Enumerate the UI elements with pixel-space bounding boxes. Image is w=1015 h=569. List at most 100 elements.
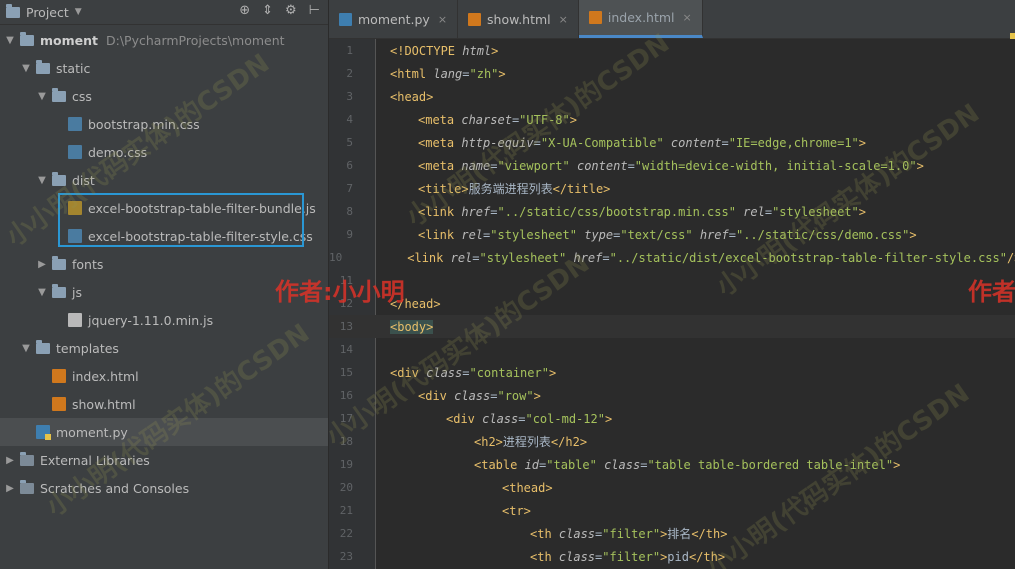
tree-item-label: moment.py bbox=[56, 424, 128, 440]
tree-item[interactable]: ▶ Scratches and Consoles bbox=[0, 474, 328, 502]
tree-item[interactable]: jquery-1.11.0.min.js bbox=[0, 306, 328, 334]
hide-icon[interactable]: ⊢ bbox=[309, 3, 320, 18]
code-token: <meta bbox=[418, 135, 462, 150]
chevron-down-icon[interactable]: ▼ bbox=[36, 91, 48, 102]
line-number: 20 bbox=[339, 481, 353, 494]
editor-tab[interactable]: moment.py × bbox=[329, 0, 459, 38]
code-content: <thead> bbox=[390, 481, 553, 495]
code-token: </title> bbox=[552, 182, 611, 196]
code-token: "zh" bbox=[469, 66, 499, 81]
tree-item[interactable]: moment.py bbox=[0, 418, 328, 446]
library-icon bbox=[20, 479, 34, 494]
html-file-icon bbox=[468, 12, 482, 26]
code-line[interactable]: 9 <link rel="stylesheet" type="text/css" … bbox=[329, 223, 1015, 246]
code-line[interactable]: 22 <th class="filter">排名</th> bbox=[329, 522, 1015, 545]
tree-item[interactable]: bootstrap.min.css bbox=[0, 110, 328, 138]
collapse-all-icon[interactable]: ⇕ bbox=[262, 3, 273, 18]
editor-tabs: moment.py × show.html × index.html × bbox=[329, 0, 1015, 39]
chevron-right-icon[interactable]: ▶ bbox=[4, 455, 16, 466]
code-line[interactable]: 5 <meta http-equiv="X-UA-Compatible" cont… bbox=[329, 131, 1015, 154]
line-number: 15 bbox=[339, 366, 353, 379]
code-content: </head> bbox=[390, 297, 441, 311]
chevron-down-icon[interactable]: ▼ bbox=[75, 7, 82, 17]
code-token: "table" bbox=[546, 457, 597, 472]
chevron-down-icon[interactable]: ▼ bbox=[4, 35, 16, 46]
line-number: 12 bbox=[339, 297, 353, 310]
chevron-down-icon[interactable]: ▼ bbox=[20, 343, 32, 354]
code-token: <div bbox=[446, 411, 483, 426]
code-line[interactable]: 7 <title>服务端进程列表</title> bbox=[329, 177, 1015, 200]
tree-item[interactable]: index.html bbox=[0, 362, 328, 390]
tree-item[interactable]: ▼ dist bbox=[0, 166, 328, 194]
line-number: 8 bbox=[346, 205, 353, 218]
close-icon[interactable]: × bbox=[683, 11, 692, 24]
code-token: </th> bbox=[688, 549, 726, 564]
code-line[interactable]: 13 <body> bbox=[329, 315, 1015, 338]
code-token: "width=device-width, initial-scale=1.0" bbox=[634, 158, 917, 173]
tree-item-label: css bbox=[72, 88, 92, 104]
code-token: <link bbox=[418, 227, 462, 242]
tree-item-label: index.html bbox=[72, 368, 139, 384]
tree-item[interactable]: ▶ External Libraries bbox=[0, 446, 328, 474]
tree-item[interactable]: ▶ fonts bbox=[0, 250, 328, 278]
code-line[interactable]: 20 <thead> bbox=[329, 476, 1015, 499]
tree-item-label: static bbox=[56, 60, 91, 76]
code-line[interactable]: 17 <div class="col-md-12"> bbox=[329, 407, 1015, 430]
code-line[interactable]: 12 </head> bbox=[329, 292, 1015, 315]
code-line[interactable]: 19 <table id="table" class="table table-b… bbox=[329, 453, 1015, 476]
code-line[interactable]: 1 <!DOCTYPE html> bbox=[329, 39, 1015, 62]
code-content: <body> bbox=[390, 319, 434, 334]
tree-item[interactable]: ▼ static bbox=[0, 54, 328, 82]
chevron-right-icon[interactable]: ▶ bbox=[36, 259, 48, 270]
tree-item[interactable]: ▼ moment D:\PycharmProjects\moment bbox=[0, 26, 328, 54]
code-token: class bbox=[426, 365, 463, 380]
close-icon[interactable]: × bbox=[559, 13, 568, 26]
chevron-down-icon[interactable]: ▼ bbox=[36, 175, 48, 186]
html-file-icon bbox=[588, 11, 602, 24]
tree-item[interactable]: ▼ css bbox=[0, 82, 328, 110]
code-line[interactable]: 23 <th class="filter">pid</th> bbox=[329, 545, 1015, 568]
line-number: 22 bbox=[339, 527, 353, 540]
tree-item[interactable]: demo.css bbox=[0, 138, 328, 166]
code-content: <th class="filter">排名</th> bbox=[390, 525, 727, 542]
code-content: <div class="row"> bbox=[390, 389, 541, 403]
editor-tab[interactable]: show.html × bbox=[458, 0, 579, 38]
code-line[interactable]: 8 <link href="../static/css/bootstrap.min… bbox=[329, 200, 1015, 223]
project-icon bbox=[6, 3, 20, 18]
locate-icon[interactable]: ⊕ bbox=[239, 3, 250, 18]
tree-item[interactable]: show.html bbox=[0, 390, 328, 418]
chevron-right-icon[interactable]: ▶ bbox=[4, 483, 16, 494]
chevron-down-icon[interactable]: ▼ bbox=[20, 63, 32, 74]
code-line[interactable]: 4 <meta charset="UTF-8"> bbox=[329, 108, 1015, 131]
editor-tab-label: moment.py bbox=[358, 11, 430, 27]
code-line[interactable]: 16 <div class="row"> bbox=[329, 384, 1015, 407]
code-token: <th bbox=[530, 549, 559, 564]
code-content: <link href="../static/css/bootstrap.min.… bbox=[390, 205, 866, 219]
code-content: <tr> bbox=[390, 504, 531, 518]
code-line[interactable]: 14 bbox=[329, 338, 1015, 361]
code-editor[interactable]: 1 <!DOCTYPE html> 2 <html lang="zh"> 3 <head>… bbox=[329, 39, 1015, 569]
close-icon[interactable]: × bbox=[438, 13, 447, 26]
tree-item[interactable]: ▼ js bbox=[0, 278, 328, 306]
code-token: <h2> bbox=[474, 435, 503, 449]
chevron-down-icon[interactable]: ▼ bbox=[36, 287, 48, 298]
code-line[interactable]: 6 <meta name="viewport" content="width=de… bbox=[329, 154, 1015, 177]
code-line[interactable]: 3 <head> bbox=[329, 85, 1015, 108]
gear-icon[interactable]: ⚙ bbox=[285, 3, 297, 18]
code-line[interactable]: 18 <h2>进程列表</h2> bbox=[329, 430, 1015, 453]
code-line[interactable]: 15 <div class="container"> bbox=[329, 361, 1015, 384]
editor-tab[interactable]: index.html × bbox=[578, 0, 703, 38]
code-line[interactable]: 10 <link rel="stylesheet" href="../static… bbox=[329, 246, 1015, 269]
code-token: <thead> bbox=[502, 480, 553, 495]
python-file-icon bbox=[339, 12, 352, 26]
code-token: > bbox=[533, 388, 541, 403]
code-token: "row" bbox=[497, 388, 534, 403]
code-token: "col-md-12" bbox=[525, 411, 605, 426]
line-number: 6 bbox=[346, 159, 353, 172]
code-line[interactable]: 21 <tr> bbox=[329, 499, 1015, 522]
tree-item[interactable]: ▼ templates bbox=[0, 334, 328, 362]
code-line[interactable]: 11 bbox=[329, 269, 1015, 292]
code-line[interactable]: 2 <html lang="zh"> bbox=[329, 62, 1015, 85]
